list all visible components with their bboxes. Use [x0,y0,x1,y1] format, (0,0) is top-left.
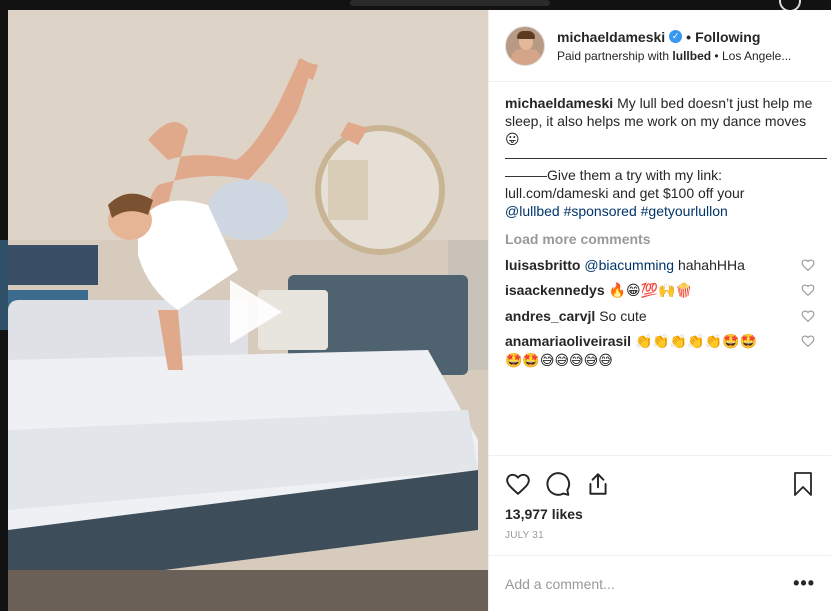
following-button[interactable]: Following [695,29,760,45]
like-comment-heart-icon[interactable] [801,334,815,348]
comment-icon[interactable] [545,464,585,504]
comment-username[interactable]: andres_carvjl [505,308,595,324]
like-comment-heart-icon[interactable] [801,258,815,272]
post-caption: michaeldameski My lull bed doesn’t just … [505,94,827,220]
post-date[interactable]: JULY 31 [505,530,815,541]
add-comment-bar: ••• [489,555,831,611]
backdrop-search-bar [350,0,550,6]
caption-text-2: ———Give them a try with my link: lull.co… [505,167,745,201]
separator-dot: • [714,48,719,63]
comment-username[interactable]: isaackennedys [505,282,605,298]
comment-item: andres_carvjl So cute [505,307,815,325]
post-video[interactable] [8,10,488,611]
comments-section: michaeldameski My lull bed doesn’t just … [489,82,831,455]
add-comment-input[interactable] [505,575,794,592]
comment-item: luisasbritto @biacumming hahahHHa [505,256,815,274]
comment-mention[interactable]: @biacumming [584,257,674,273]
partnership-prefix: Paid partnership with [557,48,670,63]
avatar[interactable] [505,25,545,66]
hashtag-link[interactable]: #getyourlullon [641,203,728,219]
partnership-line: Paid partnership with lullbed • Los Ange… [557,49,815,63]
caption-separator: ——————————————————————— [505,149,827,165]
like-comment-heart-icon[interactable] [801,309,815,323]
post-header: michaeldameski ✓ • Following Paid partne… [489,10,831,82]
more-icon[interactable]: ••• [793,573,815,594]
post-actions: 13,977 likes JULY 31 [489,455,831,555]
header-username[interactable]: michaeldameski [557,29,665,45]
comment-username[interactable]: luisasbritto [505,257,580,273]
play-icon[interactable] [216,276,288,348]
bookmark-icon[interactable] [775,464,815,504]
verified-badge-icon: ✓ [669,30,683,43]
comment-text: So cute [599,308,647,324]
location-link[interactable]: Los Angele... [722,49,791,63]
post-modal: michaeldameski ✓ • Following Paid partne… [8,10,831,611]
share-icon[interactable] [585,464,625,504]
backdrop-thumbnail-left [0,240,8,330]
post-sidebar: michaeldameski ✓ • Following Paid partne… [488,10,831,611]
comment-text: 🔥😁💯🙌🍿 [608,283,693,299]
separator-dot: • [686,28,692,45]
caption-username[interactable]: michaeldameski [505,95,613,111]
comment-text: hahahHHa [677,257,745,273]
mention-link[interactable]: @lullbed [505,203,560,219]
load-more-comments-button[interactable]: Load more comments [505,230,815,248]
partner-link[interactable]: lullbed [672,49,711,63]
comment-item: isaackennedys 🔥😁💯🙌🍿 [505,281,815,300]
hashtag-link[interactable]: #sponsored [564,203,637,219]
heart-icon[interactable] [505,464,545,504]
comment-username[interactable]: anamariaoliveirasil [505,333,631,349]
like-comment-heart-icon[interactable] [801,283,815,297]
likes-count[interactable]: 13,977 likes [505,506,815,522]
comment-item: anamariaoliveirasil 👏👏👏👏👏🤩🤩🤩🤩😅😅😅😅😅 [505,332,815,370]
